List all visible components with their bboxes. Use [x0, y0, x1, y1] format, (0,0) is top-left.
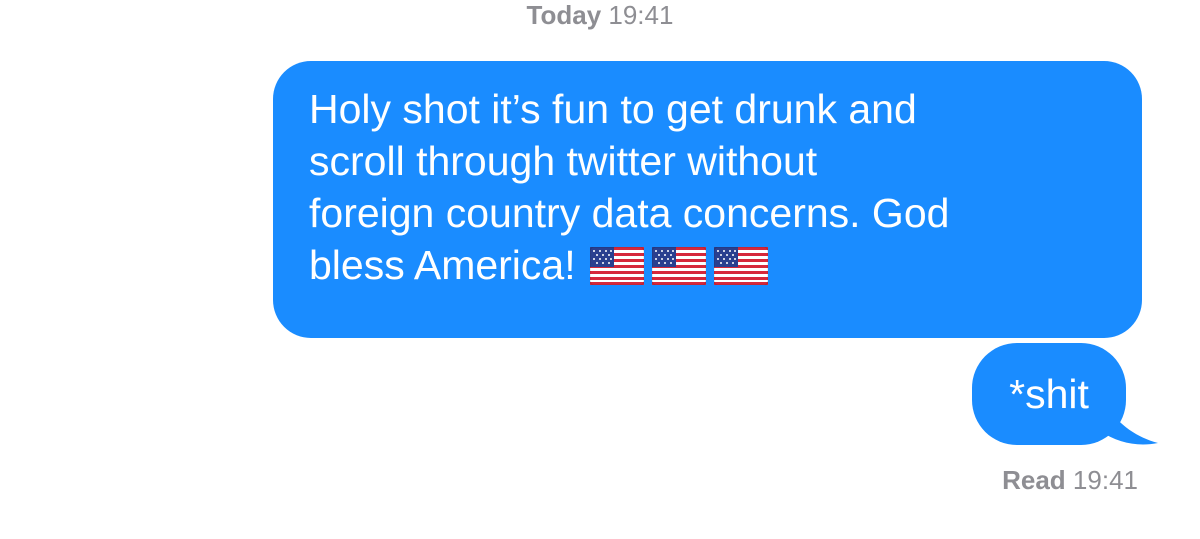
us-flag-icon — [589, 247, 644, 285]
sent-message-bubble[interactable]: Holy shot it’s fun to get drunk and scro… — [273, 61, 1142, 338]
conversation-timestamp: Today 19:41 — [0, 0, 1200, 30]
message-line-text: bless America! — [309, 242, 576, 288]
message-line: foreign country data concerns. God — [309, 190, 950, 236]
message-line-last: bless America! — [309, 239, 1112, 291]
sent-message-bubble-correction[interactable]: *shit — [972, 343, 1126, 445]
message-line: scroll through twitter without — [309, 138, 818, 184]
timestamp-time: 19:41 — [608, 0, 674, 30]
read-receipt: Read 19:41 — [1002, 465, 1138, 495]
read-status: Read — [1002, 465, 1066, 495]
us-flag-icon — [713, 247, 768, 285]
read-time: 19:41 — [1072, 465, 1138, 495]
message-line: Holy shot it’s fun to get drunk and — [309, 86, 917, 132]
us-flag-icon — [651, 247, 706, 285]
timestamp-day: Today — [526, 0, 602, 30]
message-text: *shit — [1009, 371, 1089, 417]
flag-emoji-group — [576, 242, 768, 288]
